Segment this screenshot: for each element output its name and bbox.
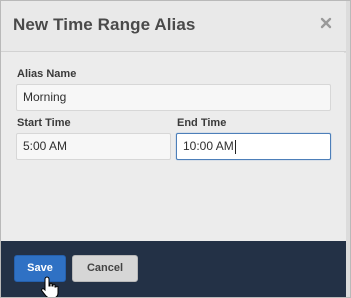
end-time-value: 10:00 AM [183,139,234,153]
start-time-input[interactable]: 5:00 AM [16,133,171,160]
alias-name-label: Alias Name [17,68,77,80]
end-time-input[interactable]: 10:00 AM [176,133,331,160]
dialog-title: New Time Range Alias [13,15,196,34]
start-time-label: Start Time [17,117,71,129]
new-time-range-alias-dialog: New Time Range Alias Alias Name Morning … [0,0,351,298]
text-caret [234,139,236,154]
alias-name-input[interactable]: Morning [16,84,331,111]
dialog-header: New Time Range Alias [1,1,346,52]
close-button[interactable] [316,13,336,33]
dialog-body: Alias Name Morning Start Time 5:00 AM En… [1,53,346,241]
end-time-label: End Time [177,117,227,129]
close-icon [320,17,332,29]
cancel-button[interactable]: Cancel [72,255,138,282]
hand-pointer-icon [41,276,59,297]
